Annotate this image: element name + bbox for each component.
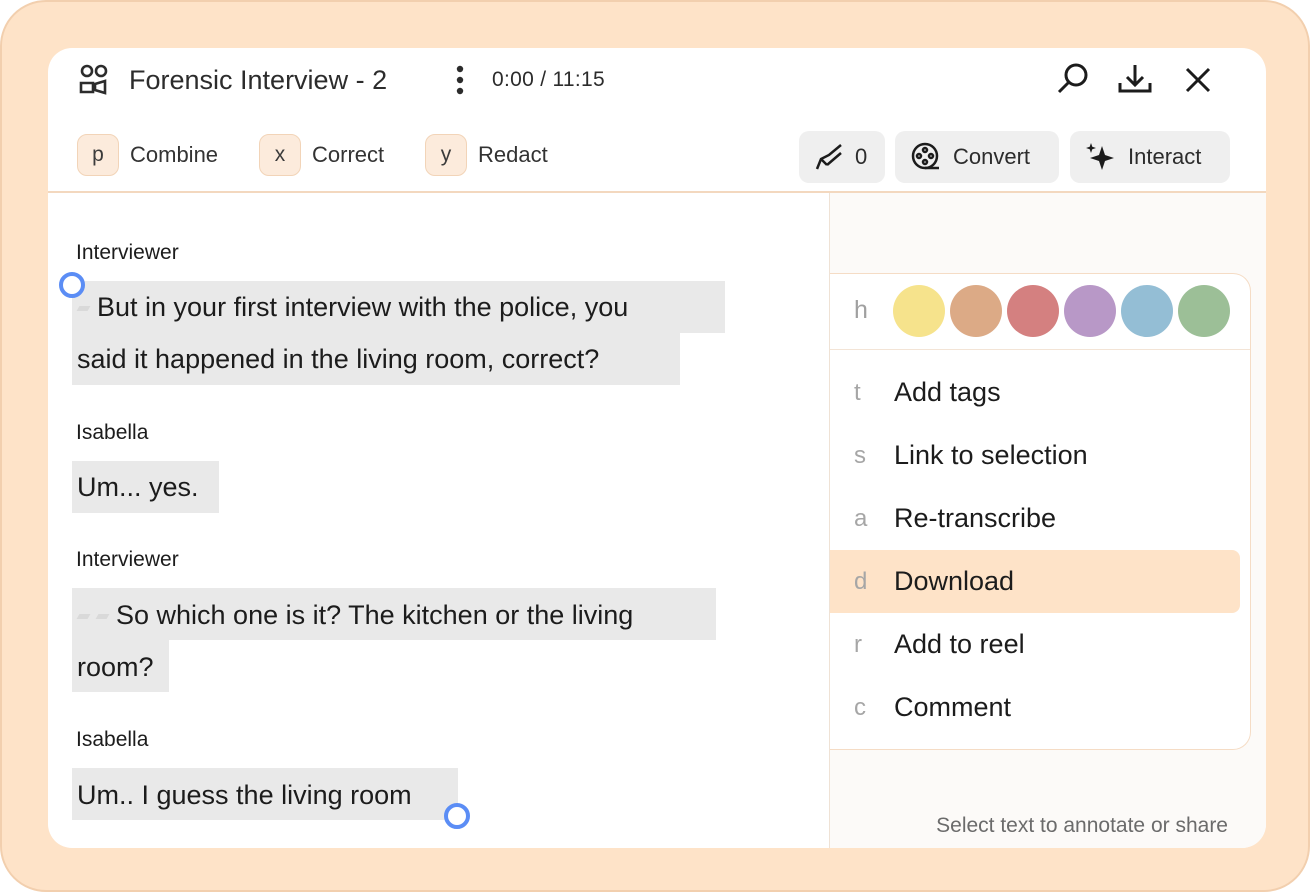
sparkle-icon: [1086, 143, 1114, 170]
transcript-pane[interactable]: Interviewer But in your first interview …: [48, 193, 829, 848]
close-icon[interactable]: [1177, 59, 1219, 101]
reel-icon: [911, 142, 939, 170]
menu-item-add-tags[interactable]: t Add tags: [830, 361, 1240, 424]
shortcut-key: y: [425, 134, 467, 176]
menu-item-download[interactable]: d Download: [830, 550, 1240, 613]
menu-item-link-to-selection[interactable]: s Link to selection: [830, 424, 1240, 487]
speaker-label: Isabella: [76, 421, 149, 444]
transcript-line[interactable]: So which one is it? The kitchen or the l…: [76, 597, 633, 633]
more-vertical-icon[interactable]: [450, 63, 470, 97]
shortcut-key: x: [259, 134, 301, 176]
color-swatch-blue[interactable]: [1121, 285, 1173, 337]
pause-marker: [76, 614, 91, 620]
menu-item-add-to-reel[interactable]: r Add to reel: [830, 613, 1240, 676]
menu-item-comment[interactable]: c Comment: [830, 676, 1240, 739]
pause-marker: [76, 306, 91, 312]
speaker-label: Interviewer: [76, 548, 179, 571]
playback-time: 0:00 / 11:15: [492, 68, 605, 91]
recording-title: Forensic Interview - 2: [129, 65, 388, 95]
redact-shortcut[interactable]: y Redact: [425, 134, 548, 176]
menu-item-label: Re-transcribe: [894, 503, 1057, 533]
convert-label: Convert: [953, 144, 1031, 169]
search-icon[interactable]: [1052, 59, 1094, 101]
color-swatch-purple[interactable]: [1064, 285, 1116, 337]
app-frame: Forensic Interview - 2 0:00 / 11:15 p Co…: [0, 0, 1310, 892]
transcript-line[interactable]: said it happened in the living room, cor…: [77, 341, 599, 377]
menu-item-label: Download: [894, 566, 1015, 596]
highlighter-icon: [815, 144, 842, 170]
shortcut-key: h: [854, 296, 868, 324]
shortcut-key: p: [77, 134, 119, 176]
shortcut-label: Correct: [312, 142, 385, 167]
color-swatch-tan[interactable]: [950, 285, 1002, 337]
menu-item-re-transcribe[interactable]: a Re-transcribe: [830, 487, 1240, 550]
panel-hint: Select text to annotate or share: [936, 814, 1228, 837]
color-swatch-green[interactable]: [1178, 285, 1230, 337]
speaker-label: Isabella: [76, 728, 149, 751]
annotation-panel: h t Add tags s Link to selection a Re-tr…: [829, 193, 1266, 848]
menu-item-label: Add tags: [894, 377, 1001, 407]
pause-marker: [95, 614, 110, 620]
highlights-button[interactable]: 0: [799, 131, 885, 183]
shortcut-key: d: [854, 567, 868, 595]
convert-button[interactable]: Convert: [895, 131, 1059, 183]
combine-shortcut[interactable]: p Combine: [77, 134, 218, 176]
speaker-label: Interviewer: [76, 241, 179, 264]
color-swatch-yellow[interactable]: [893, 285, 945, 337]
shortcut-label: Combine: [130, 142, 219, 167]
highlight-count: 0: [855, 144, 868, 169]
shortcut-key: a: [854, 504, 868, 532]
transcript-window: Forensic Interview - 2 0:00 / 11:15 p Co…: [48, 48, 1266, 848]
shortcut-key: s: [854, 441, 866, 469]
interact-label: Interact: [1128, 144, 1202, 169]
transcript-line[interactable]: Um.. I guess the living room: [77, 777, 412, 813]
selection-start-handle[interactable]: [59, 272, 85, 298]
correct-shortcut[interactable]: x Correct: [259, 134, 384, 176]
highlight-color-row: h: [830, 274, 1250, 350]
menu-item-label: Link to selection: [894, 440, 1088, 470]
transcript-line[interactable]: room?: [77, 649, 154, 685]
color-swatch-red[interactable]: [1007, 285, 1059, 337]
transcript-line[interactable]: But in your first interview with the pol…: [76, 289, 628, 325]
download-icon[interactable]: [1114, 59, 1156, 101]
shortcut-key: t: [854, 378, 861, 406]
menu-item-label: Add to reel: [894, 629, 1025, 659]
context-menu: h t Add tags s Link to selection a Re-tr…: [830, 273, 1251, 750]
menu-item-label: Comment: [894, 692, 1012, 722]
transcript-line[interactable]: Um... yes.: [77, 469, 199, 505]
interact-button[interactable]: Interact: [1070, 131, 1230, 183]
people-icon: [79, 64, 108, 95]
shortcut-key: c: [854, 693, 866, 721]
selection-end-handle[interactable]: [444, 803, 470, 829]
shortcut-label: Redact: [478, 142, 548, 167]
shortcut-key: r: [854, 630, 862, 658]
